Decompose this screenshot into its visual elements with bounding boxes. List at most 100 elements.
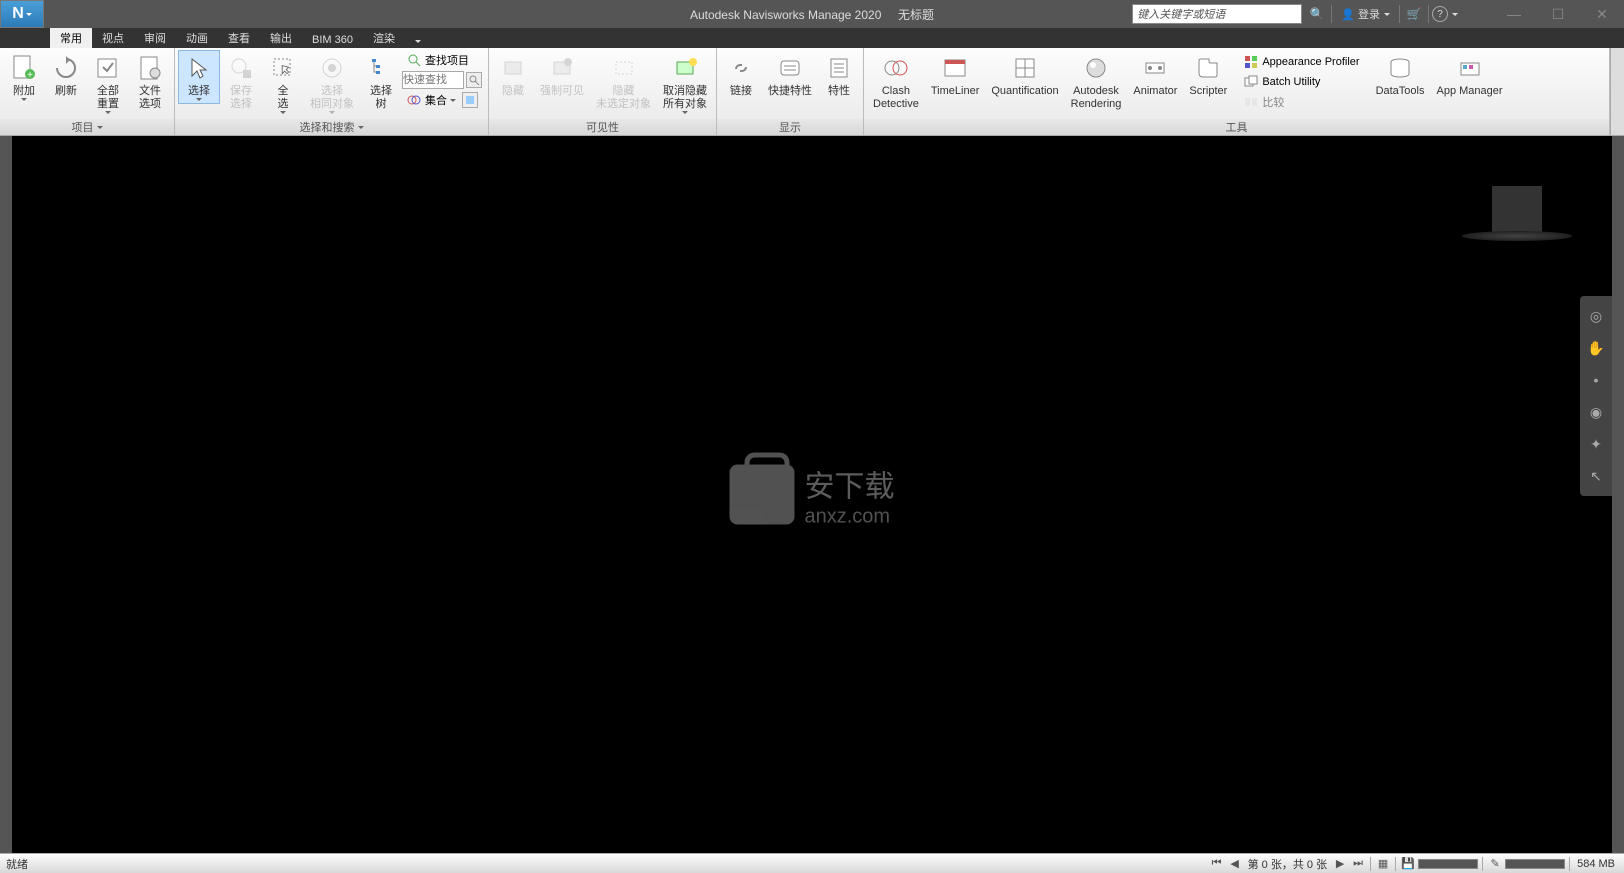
cursor-icon [184,53,214,83]
tab-view[interactable]: 查看 [218,28,260,48]
unhide-all-button[interactable]: 取消隐藏 所有对象 [657,50,713,117]
clash-label: Clash Detective [873,85,919,111]
ribbon-collapse-handle[interactable] [1610,48,1624,135]
timeliner-label: TimeLiner [931,85,980,98]
tab-home[interactable]: 常用 [50,28,92,48]
doc-name: 无标题 [898,8,934,22]
animator-button[interactable]: Animator [1127,50,1183,101]
login-button[interactable]: 👤 登录 [1341,6,1390,22]
watermark-icon [730,465,795,525]
refresh-button[interactable]: 刷新 [45,50,87,101]
properties-button[interactable]: 特性 [818,50,860,101]
compare-button[interactable]: 比较 [1239,92,1363,112]
quick-find-field[interactable] [402,71,464,89]
animator-icon [1140,53,1170,83]
view-cube[interactable] [1462,186,1572,296]
select-nav-icon[interactable]: ↖ [1580,460,1612,492]
cart-icon[interactable]: 🛒 [1403,3,1425,25]
sheet-first-icon[interactable]: ⏮ [1209,856,1225,872]
hide-unselected-label: 隐藏 未选定对象 [596,85,651,111]
look-icon[interactable]: ✦ [1580,428,1612,460]
find-label: 查找项目 [425,52,469,68]
scripter-button[interactable]: Scripter [1183,50,1233,101]
binoculars-icon[interactable]: 🔍 [1306,3,1328,25]
pan-icon[interactable]: ✋ [1580,332,1612,364]
timeliner-icon [940,53,970,83]
close-button[interactable]: ✕ [1580,0,1624,28]
clash-detective-button[interactable]: Clash Detective [867,50,925,114]
properties-icon [824,53,854,83]
ribbon: + 附加 刷新 全部 重置 文件 选项 项目 选择 [0,48,1624,136]
file-options-button[interactable]: 文件 选项 [129,50,171,114]
hide-unselected-button[interactable]: 隐藏 未选定对象 [590,50,657,114]
sets-manage-icon[interactable] [462,92,478,108]
scripter-label: Scripter [1189,85,1227,98]
maximize-button[interactable]: ☐ [1536,0,1580,28]
append-button[interactable]: + 附加 [3,50,45,104]
help-icon[interactable]: ? [1432,6,1448,22]
sheet-last-icon[interactable]: ⏭ [1350,856,1366,872]
hide-button[interactable]: 隐藏 [492,50,534,101]
steering-wheel-icon[interactable]: ◎ [1580,300,1612,332]
find-icon [406,52,422,68]
search-input[interactable]: 键入关键字或短语 [1132,4,1302,24]
appearance-label: Appearance Profiler [1262,56,1359,68]
quantification-label: Quantification [991,85,1058,98]
appearance-profiler-button[interactable]: Appearance Profiler [1239,52,1363,72]
datatools-label: DataTools [1376,85,1425,98]
reset-all-button[interactable]: 全部 重置 [87,50,129,117]
zoom-icon[interactable]: • [1580,364,1612,396]
ribbon-group-visibility: 隐藏 强制可见 隐藏 未选定对象 取消隐藏 所有对象 可见性 [489,48,717,135]
3d-viewport[interactable]: 安下载 anxz.com ◎ ✋ • ◉ ✦ ↖ [12,136,1612,853]
sheet-next-icon[interactable]: ▶ [1332,856,1348,872]
group-title-visibility: 可见性 [489,119,716,135]
animator-label: Animator [1133,85,1177,98]
timeliner-button[interactable]: TimeLiner [925,50,986,101]
sets-button[interactable]: 集合 [402,90,485,110]
viewport-area: 安下载 anxz.com ◎ ✋ • ◉ ✦ ↖ [0,136,1624,853]
batch-utility-button[interactable]: Batch Utility [1239,72,1363,92]
quantification-button[interactable]: Quantification [985,50,1064,101]
tab-output[interactable]: 输出 [260,28,302,48]
tab-render[interactable]: 渲染 [363,28,405,48]
pencil-icon[interactable]: ✎ [1487,856,1503,872]
find-items-button[interactable]: 查找项目 [402,50,485,70]
append-icon: + [9,53,39,83]
select-same-button[interactable]: 选择 相同对象 [304,50,360,117]
datatools-button[interactable]: DataTools [1370,50,1431,101]
tab-review[interactable]: 审阅 [134,28,176,48]
require-button[interactable]: 强制可见 [534,50,590,101]
datatools-icon [1385,53,1415,83]
tab-viewpoint[interactable]: 视点 [92,28,134,48]
select-all-button[interactable]: 全 选 [262,50,304,117]
quick-properties-button[interactable]: 快捷特性 [762,50,818,101]
app-menu-icon[interactable]: N [0,0,44,28]
links-label: 链接 [730,85,752,98]
svg-text:+: + [27,70,33,81]
select-button[interactable]: 选择 [178,50,220,104]
sheet-prev-icon[interactable]: ◀ [1227,856,1243,872]
app-manager-button[interactable]: App Manager [1430,50,1508,101]
autodesk-rendering-button[interactable]: Autodesk Rendering [1065,50,1128,114]
disk-icon[interactable]: 💾 [1400,856,1416,872]
selection-tree-button[interactable]: 选择 树 [360,50,402,114]
links-button[interactable]: 链接 [720,50,762,101]
tab-visibility-icon[interactable] [405,34,429,48]
ribbon-group-tools: Clash Detective TimeLiner Quantification… [864,48,1610,135]
minimize-button[interactable]: — [1492,0,1536,28]
group-title-tools: 工具 [864,119,1609,135]
require-icon [547,53,577,83]
tab-animation[interactable]: 动画 [176,28,218,48]
orbit-icon[interactable]: ◉ [1580,396,1612,428]
save-selection-button[interactable]: 保存 选择 [220,50,262,114]
ribbon-group-project: + 附加 刷新 全部 重置 文件 选项 项目 [0,48,175,135]
rendering-label: Autodesk Rendering [1071,85,1122,111]
quick-find-go-icon[interactable] [466,72,482,88]
quick-find-input[interactable] [402,70,485,90]
title-bar: N Autodesk Navisworks Manage 2020 无标题 键入… [0,0,1624,28]
grid-icon[interactable]: ▦ [1375,856,1391,872]
right-dock-panel[interactable] [1612,136,1624,853]
left-dock-panel[interactable] [0,136,12,853]
app-manager-icon [1455,53,1485,83]
tab-bim360[interactable]: BIM 360 [302,32,363,48]
